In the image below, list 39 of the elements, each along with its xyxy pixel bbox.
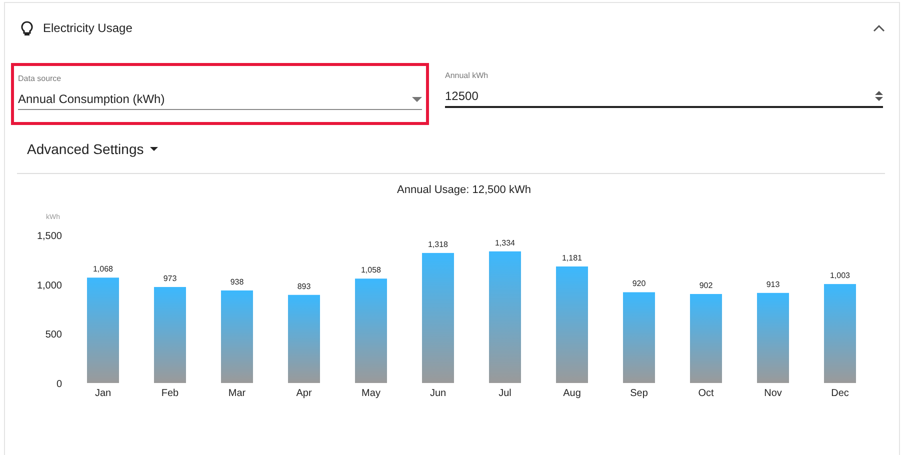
data-label: 1,334 <box>494 238 516 248</box>
axis-tick-label: 1,000 <box>36 280 62 292</box>
field-label: Annual kWh <box>445 71 490 80</box>
axis-category-label: Mar <box>228 388 246 399</box>
data-label: 1,058 <box>360 266 382 275</box>
data-label: 902 <box>699 281 713 290</box>
advanced-settings-button[interactable]: Advanced Settings <box>27 137 158 161</box>
data-label: 913 <box>766 280 780 289</box>
axis-category-label: Dec <box>831 388 849 399</box>
lightbulb-icon <box>21 20 33 36</box>
chevron-icon[interactable] <box>873 24 885 32</box>
axis-category-label: Oct <box>698 388 714 399</box>
axis-category-label: Jan <box>94 388 112 399</box>
data-label: 1,181 <box>562 253 582 262</box>
data-label: 1,003 <box>830 271 850 280</box>
axis-tick-label: 1,500 <box>36 231 62 242</box>
data-label: 1,068 <box>92 264 114 274</box>
panel-title: Electricity Usage <box>43 21 134 35</box>
annual-kwh-input[interactable]: 12500 <box>445 86 883 108</box>
field-label: Data source <box>18 74 62 83</box>
data-label: 938 <box>230 277 244 286</box>
axis-tick-label: 0 <box>56 379 62 390</box>
axis-category-label: Sep <box>630 388 648 399</box>
data-label: 920 <box>632 279 646 288</box>
axis-category-label: May <box>362 388 380 399</box>
dropdown-arrow-icon <box>412 96 422 102</box>
spinner-icon <box>875 91 883 101</box>
axis-tick-label: 500 <box>45 330 62 341</box>
axis-category-label: Apr <box>296 388 312 399</box>
axis-category-label: Jul <box>498 388 512 399</box>
data-label: 1,318 <box>428 240 448 249</box>
axis-category-label: Aug <box>563 388 581 399</box>
axis-category-label: Feb <box>161 388 179 399</box>
data-label: 893 <box>297 282 311 291</box>
chart-title: Annual Usage: 12,500 kWh <box>397 184 531 196</box>
axis-category-label: Nov <box>764 388 782 399</box>
axis-category-label: Jun <box>430 388 446 399</box>
data-source-select[interactable]: Annual Consumption (kWh) <box>18 89 422 110</box>
data-label: 973 <box>163 274 177 283</box>
